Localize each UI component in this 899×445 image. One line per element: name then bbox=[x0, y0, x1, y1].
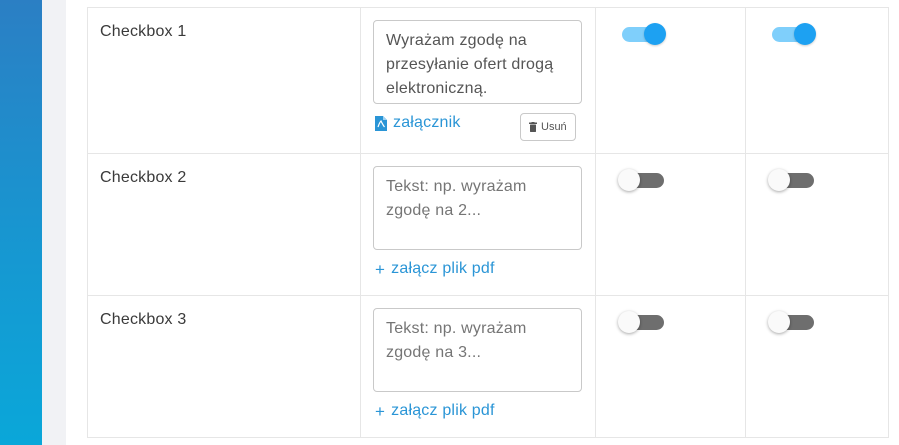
toggle-switch-2[interactable] bbox=[772, 23, 816, 45]
row-name-cell: Checkbox 3 bbox=[87, 295, 361, 438]
row-text-cell: + załącz plik pdf bbox=[360, 153, 596, 296]
plus-icon: + bbox=[375, 259, 386, 279]
plus-icon: + bbox=[375, 401, 386, 421]
trash-icon bbox=[529, 122, 537, 132]
consent-text-field[interactable] bbox=[373, 166, 582, 250]
toggle-cell-1 bbox=[595, 295, 746, 438]
toggle-switch-1[interactable] bbox=[618, 311, 666, 333]
attach-pdf-link[interactable]: + załącz plik pdf bbox=[375, 260, 495, 278]
toggle-cell-1 bbox=[595, 7, 746, 154]
attach-pdf-label: załącz plik pdf bbox=[391, 402, 495, 419]
toggle-switch-1[interactable] bbox=[622, 23, 666, 45]
toggle-cell-2 bbox=[745, 7, 889, 154]
checkbox-name: Checkbox 1 bbox=[100, 23, 187, 40]
table-row: Checkbox 3 + załącz plik pdf bbox=[87, 295, 889, 438]
toggle-switch-2[interactable] bbox=[768, 311, 816, 333]
attach-pdf-link[interactable]: + załącz plik pdf bbox=[375, 402, 495, 420]
remove-label: Usuń bbox=[541, 121, 567, 133]
toggle-switch-1[interactable] bbox=[618, 169, 666, 191]
pdf-file-icon bbox=[375, 115, 387, 131]
toggle-switch-2[interactable] bbox=[768, 169, 816, 191]
table-row: Checkbox 1 Wyrażam zgodę na przesyłanie … bbox=[87, 7, 889, 154]
sidebar bbox=[0, 0, 42, 445]
row-text-cell: + załącz plik pdf bbox=[360, 295, 596, 438]
checkbox-name: Checkbox 3 bbox=[100, 311, 187, 328]
row-text-cell: Wyrażam zgodę na przesyłanie ofert drogą… bbox=[360, 7, 596, 154]
toggle-cell-2 bbox=[745, 295, 889, 438]
toggle-cell-2 bbox=[745, 153, 889, 296]
consent-text-field[interactable] bbox=[373, 308, 582, 392]
consents-table: Checkbox 1 Wyrażam zgodę na przesyłanie … bbox=[87, 7, 889, 438]
attachment-link[interactable]: załącznik bbox=[375, 114, 461, 132]
attachment-label: załącznik bbox=[393, 114, 461, 131]
toggle-cell-1 bbox=[595, 153, 746, 296]
consent-text-field[interactable]: Wyrażam zgodę na przesyłanie ofert drogą… bbox=[373, 20, 582, 104]
remove-attachment-button[interactable]: Usuń bbox=[520, 113, 576, 141]
attach-pdf-label: załącz plik pdf bbox=[391, 260, 495, 277]
checkbox-name: Checkbox 2 bbox=[100, 169, 187, 186]
row-name-cell: Checkbox 2 bbox=[87, 153, 361, 296]
row-name-cell: Checkbox 1 bbox=[87, 7, 361, 154]
table-row: Checkbox 2 + załącz plik pdf bbox=[87, 153, 889, 296]
